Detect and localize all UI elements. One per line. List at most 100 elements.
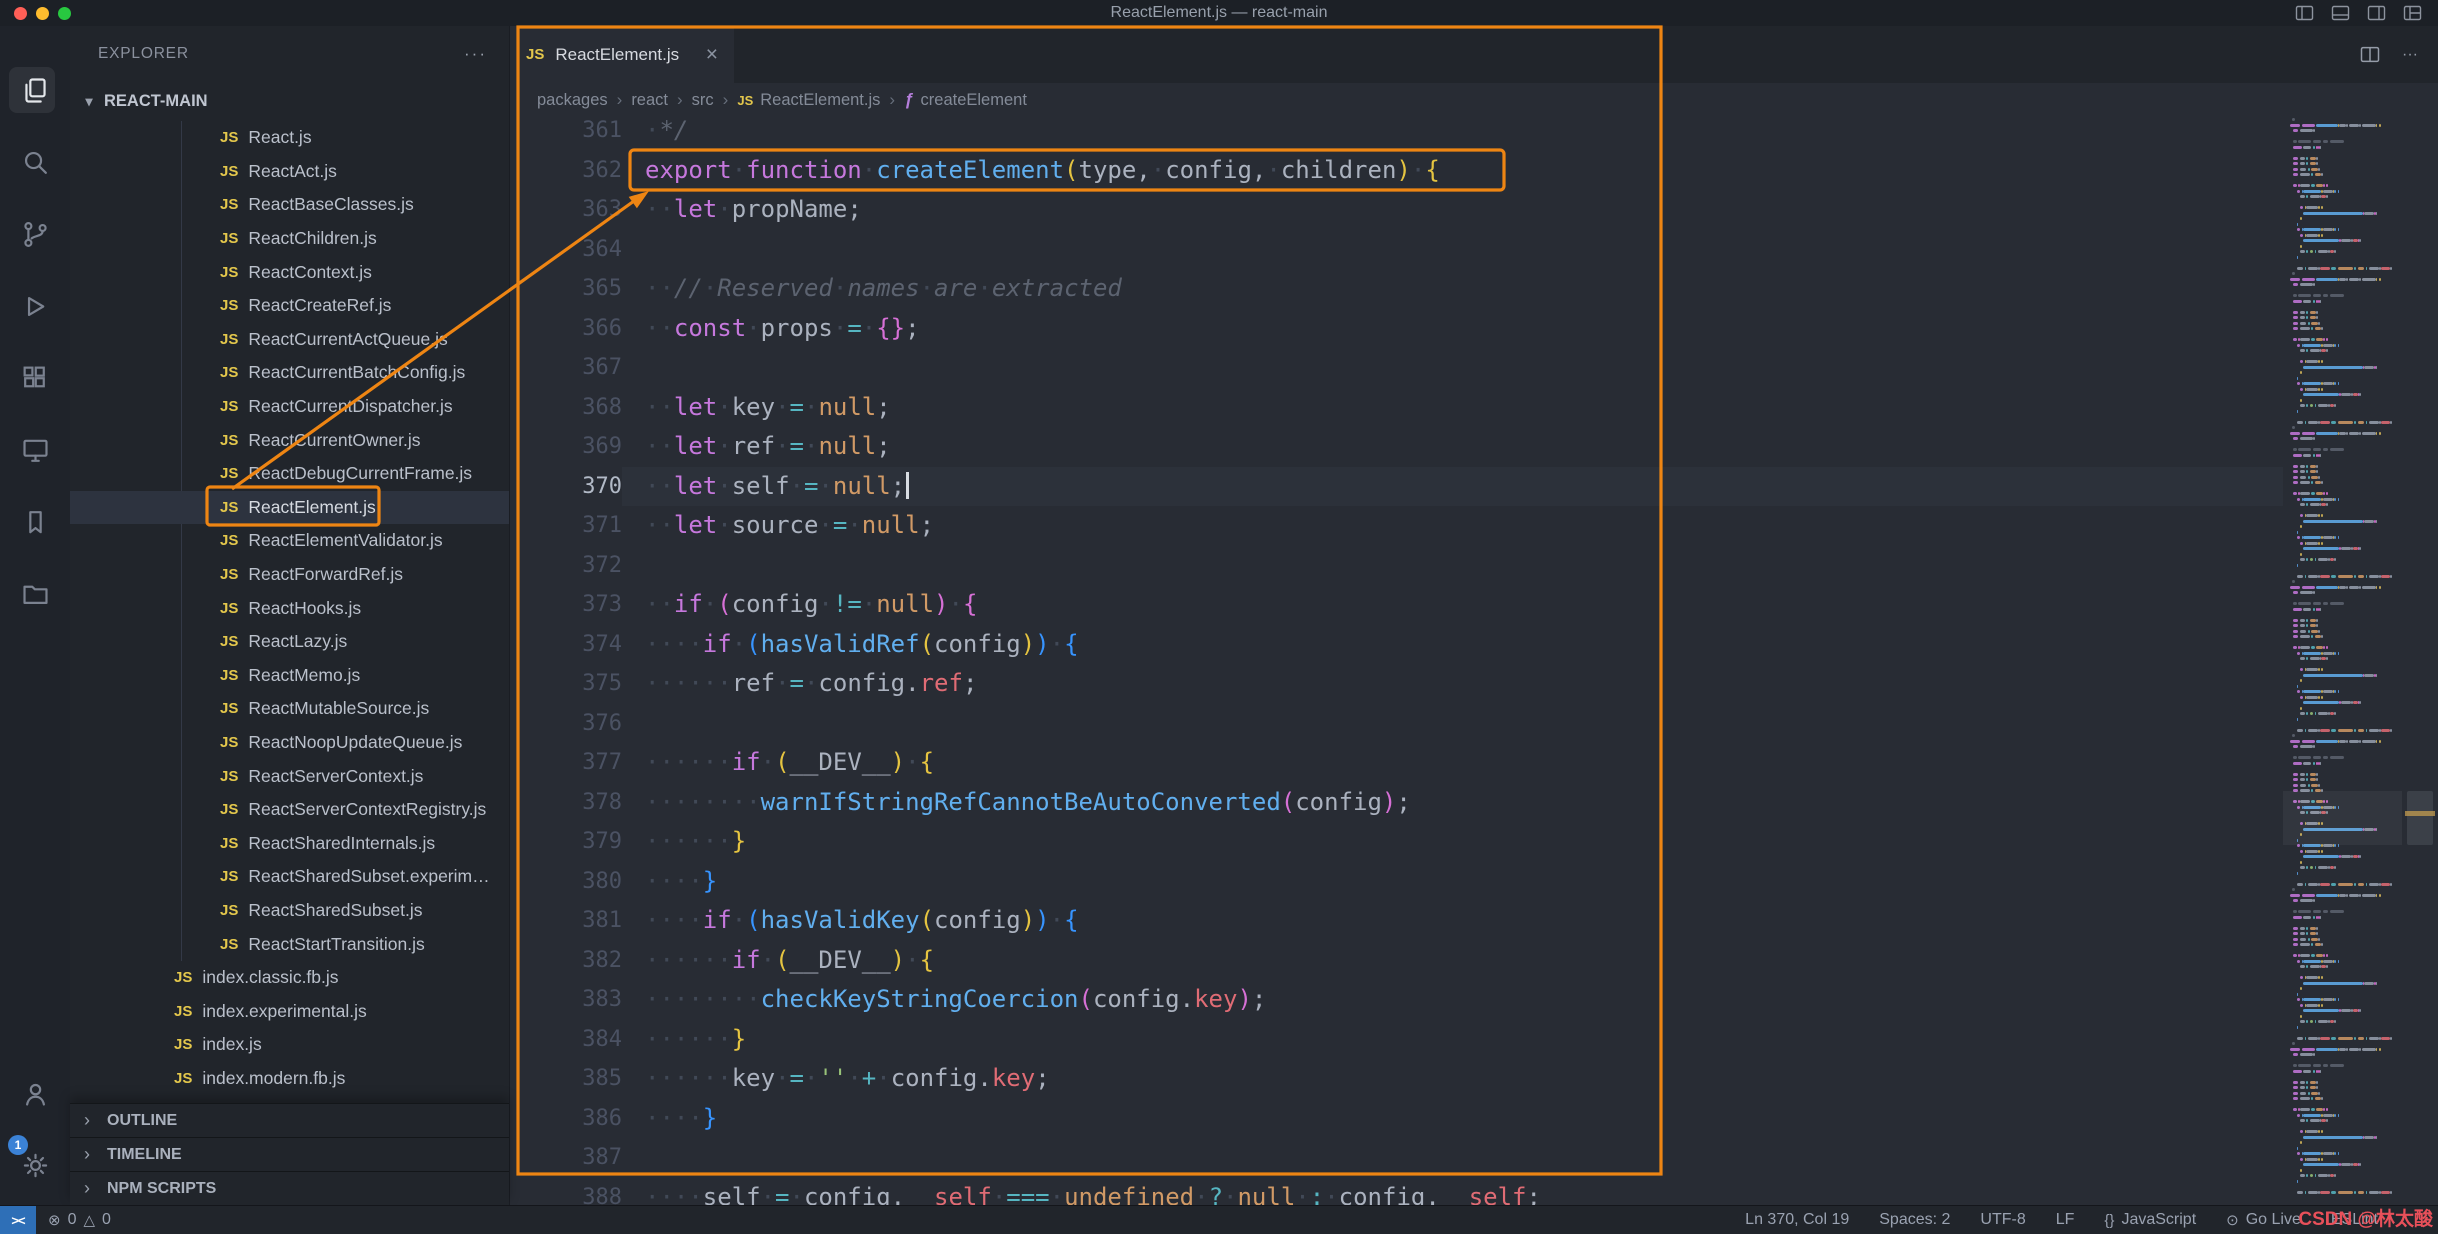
split-editor-icon[interactable]	[2360, 46, 2380, 63]
scrollbar-slider[interactable]	[2407, 791, 2433, 845]
tree-item[interactable]: JSindex.classic.fb.js	[70, 961, 509, 995]
code-line[interactable]: 374····if·(hasValidRef(config))·{	[510, 625, 2283, 665]
toggle-panel-icon[interactable]	[2331, 5, 2350, 21]
code-line[interactable]: 383········checkKeyStringCoercion(config…	[510, 980, 2283, 1020]
accounts-icon[interactable]	[0, 1057, 70, 1129]
status-javascript[interactable]: {}JavaScript	[2104, 1211, 2196, 1229]
close-window-icon[interactable]	[14, 7, 27, 20]
toggle-sidebar-icon[interactable]	[2295, 5, 2314, 21]
minimap[interactable]	[2283, 117, 2402, 1205]
bookmarks-icon[interactable]	[0, 486, 70, 558]
tree-item[interactable]: JSReactContext.js	[70, 255, 509, 289]
remote-indicator[interactable]: ><	[0, 1206, 36, 1234]
search-icon[interactable]	[0, 126, 70, 198]
section-header-react-main[interactable]: ▾ REACT-MAIN	[70, 82, 509, 121]
tree-item[interactable]: JSReactSharedSubset.js	[70, 894, 509, 928]
zoom-window-icon[interactable]	[58, 7, 71, 20]
tree-item[interactable]: JSReactServerContextRegistry.js	[70, 793, 509, 827]
tree-item[interactable]: JSReactElementValidator.js	[70, 524, 509, 558]
tree-item[interactable]: JSReactMutableSource.js	[70, 692, 509, 726]
tree-item[interactable]: JSReactAct.js	[70, 155, 509, 189]
tree-item[interactable]: JSReact.js	[70, 121, 509, 155]
minimap-viewport[interactable]	[2283, 791, 2402, 845]
status-lf[interactable]: LF	[2056, 1211, 2075, 1229]
tree-item[interactable]: JSReactServerContext.js	[70, 759, 509, 793]
breadcrumb-item[interactable]: react	[631, 91, 668, 110]
code-line[interactable]: 367	[510, 348, 2283, 388]
tree-item[interactable]: JSindex.experimental.js	[70, 994, 509, 1028]
problems-status[interactable]: ⊗ 0 △ 0	[36, 1211, 111, 1229]
code-line[interactable]: 380····}	[510, 862, 2283, 902]
tree-item[interactable]: JSReactHooks.js	[70, 591, 509, 625]
sidebar-section-outline[interactable]: ›OUTLINE	[70, 1103, 509, 1137]
code-line[interactable]: 384······}	[510, 1020, 2283, 1060]
code-line[interactable]: 387	[510, 1138, 2283, 1178]
status-utf-8[interactable]: UTF-8	[1980, 1211, 2025, 1229]
editor-more-actions-icon[interactable]: ···	[2402, 46, 2418, 64]
tree-item[interactable]: JSReactLazy.js	[70, 625, 509, 659]
tree-item[interactable]: JSReactBaseClasses.js	[70, 188, 509, 222]
code-line[interactable]: 378········warnIfStringRefCannotBeAutoCo…	[510, 783, 2283, 823]
tree-item[interactable]: JSindex.stable.js	[70, 1095, 509, 1103]
status-go-live[interactable]: ⊙Go Live	[2226, 1211, 2301, 1229]
code-line[interactable]: 362export·function·createElement(type,·c…	[510, 151, 2283, 191]
minimize-window-icon[interactable]	[36, 7, 49, 20]
tree-item[interactable]: JSReactSharedInternals.js	[70, 826, 509, 860]
code-line[interactable]: 385······key·=·''·+·config.key;	[510, 1059, 2283, 1099]
tree-item[interactable]: JSReactCreateRef.js	[70, 289, 509, 323]
code-line[interactable]: 377······if·(__DEV__)·{	[510, 743, 2283, 783]
code-line[interactable]: 372	[510, 546, 2283, 586]
editor-scrollbar[interactable]	[2402, 117, 2438, 1205]
customize-layout-icon[interactable]	[2403, 5, 2422, 21]
breadcrumb-item[interactable]: ƒcreateElement	[904, 90, 1027, 110]
remote-explorer-icon[interactable]	[0, 414, 70, 486]
sidebar-section-npm-scripts[interactable]: ›NPM SCRIPTS	[70, 1171, 509, 1205]
code-line[interactable]: 366··const·props·=·{};	[510, 309, 2283, 349]
tree-item[interactable]: JSReactStartTransition.js	[70, 927, 509, 961]
code-line[interactable]: 382······if·(__DEV__)·{	[510, 941, 2283, 981]
more-actions-icon[interactable]: ···	[464, 44, 487, 64]
code-line[interactable]: 373··if·(config·!=·null)·{	[510, 585, 2283, 625]
tree-item[interactable]: JSReactCurrentOwner.js	[70, 423, 509, 457]
run-debug-icon[interactable]	[0, 270, 70, 342]
code-line[interactable]: 361·*/	[510, 117, 2283, 151]
status-ln-370-col-19[interactable]: Ln 370, Col 19	[1745, 1211, 1849, 1229]
breadcrumb-item[interactable]: src	[692, 91, 714, 110]
tree-item[interactable]: JSReactCurrentDispatcher.js	[70, 390, 509, 424]
tree-item[interactable]: JSReactDebugCurrentFrame.js	[70, 457, 509, 491]
tree-item[interactable]: JSReactCurrentBatchConfig.js	[70, 356, 509, 390]
code-line[interactable]: 379······}	[510, 822, 2283, 862]
code-line[interactable]: 376	[510, 704, 2283, 744]
code-line[interactable]: 364	[510, 230, 2283, 270]
explorer-icon[interactable]	[0, 54, 70, 126]
code-line[interactable]: 365··//·Reserved·names·are·extracted	[510, 269, 2283, 309]
code-line[interactable]: 369··let·ref·=·null;	[510, 427, 2283, 467]
toggle-secondary-sidebar-icon[interactable]	[2367, 5, 2386, 21]
project-manager-icon[interactable]	[0, 558, 70, 630]
breadcrumb-item[interactable]: JSReactElement.js	[737, 91, 880, 110]
extensions-icon[interactable]	[0, 342, 70, 414]
source-control-icon[interactable]	[0, 198, 70, 270]
tree-item[interactable]: JSReactSharedSubset.experim…	[70, 860, 509, 894]
tree-item[interactable]: JSReactChildren.js	[70, 222, 509, 256]
tree-item[interactable]: JSReactElement.js	[70, 491, 509, 525]
tree-item[interactable]: JSReactForwardRef.js	[70, 558, 509, 592]
tree-item[interactable]: JSReactNoopUpdateQueue.js	[70, 726, 509, 760]
tab-reactelement[interactable]: JS ReactElement.js ×	[510, 26, 734, 83]
breadcrumb-item[interactable]: packages	[537, 91, 608, 110]
code-editor[interactable]: 361·*/362export·function·createElement(t…	[510, 117, 2438, 1205]
tree-item[interactable]: JSReactCurrentActQueue.js	[70, 323, 509, 357]
tree-item[interactable]: JSindex.js	[70, 1028, 509, 1062]
tree-item[interactable]: JSReactMemo.js	[70, 659, 509, 693]
code-line[interactable]: 386····}	[510, 1099, 2283, 1139]
tree-item[interactable]: JSindex.modern.fb.js	[70, 1062, 509, 1096]
code-line[interactable]: 371··let·source·=·null;	[510, 506, 2283, 546]
status-spaces-2[interactable]: Spaces: 2	[1879, 1211, 1950, 1229]
code-line[interactable]: 370··let·self·=·null;	[510, 467, 2283, 507]
settings-icon[interactable]: 1	[0, 1129, 70, 1201]
code-line[interactable]: 363··let·propName;	[510, 190, 2283, 230]
code-line[interactable]: 388····self·=·config.__self·===·undefine…	[510, 1178, 2283, 1206]
code-line[interactable]: 375······ref·=·config.ref;	[510, 664, 2283, 704]
code-line[interactable]: 381····if·(hasValidKey(config))·{	[510, 901, 2283, 941]
code-line[interactable]: 368··let·key·=·null;	[510, 388, 2283, 428]
